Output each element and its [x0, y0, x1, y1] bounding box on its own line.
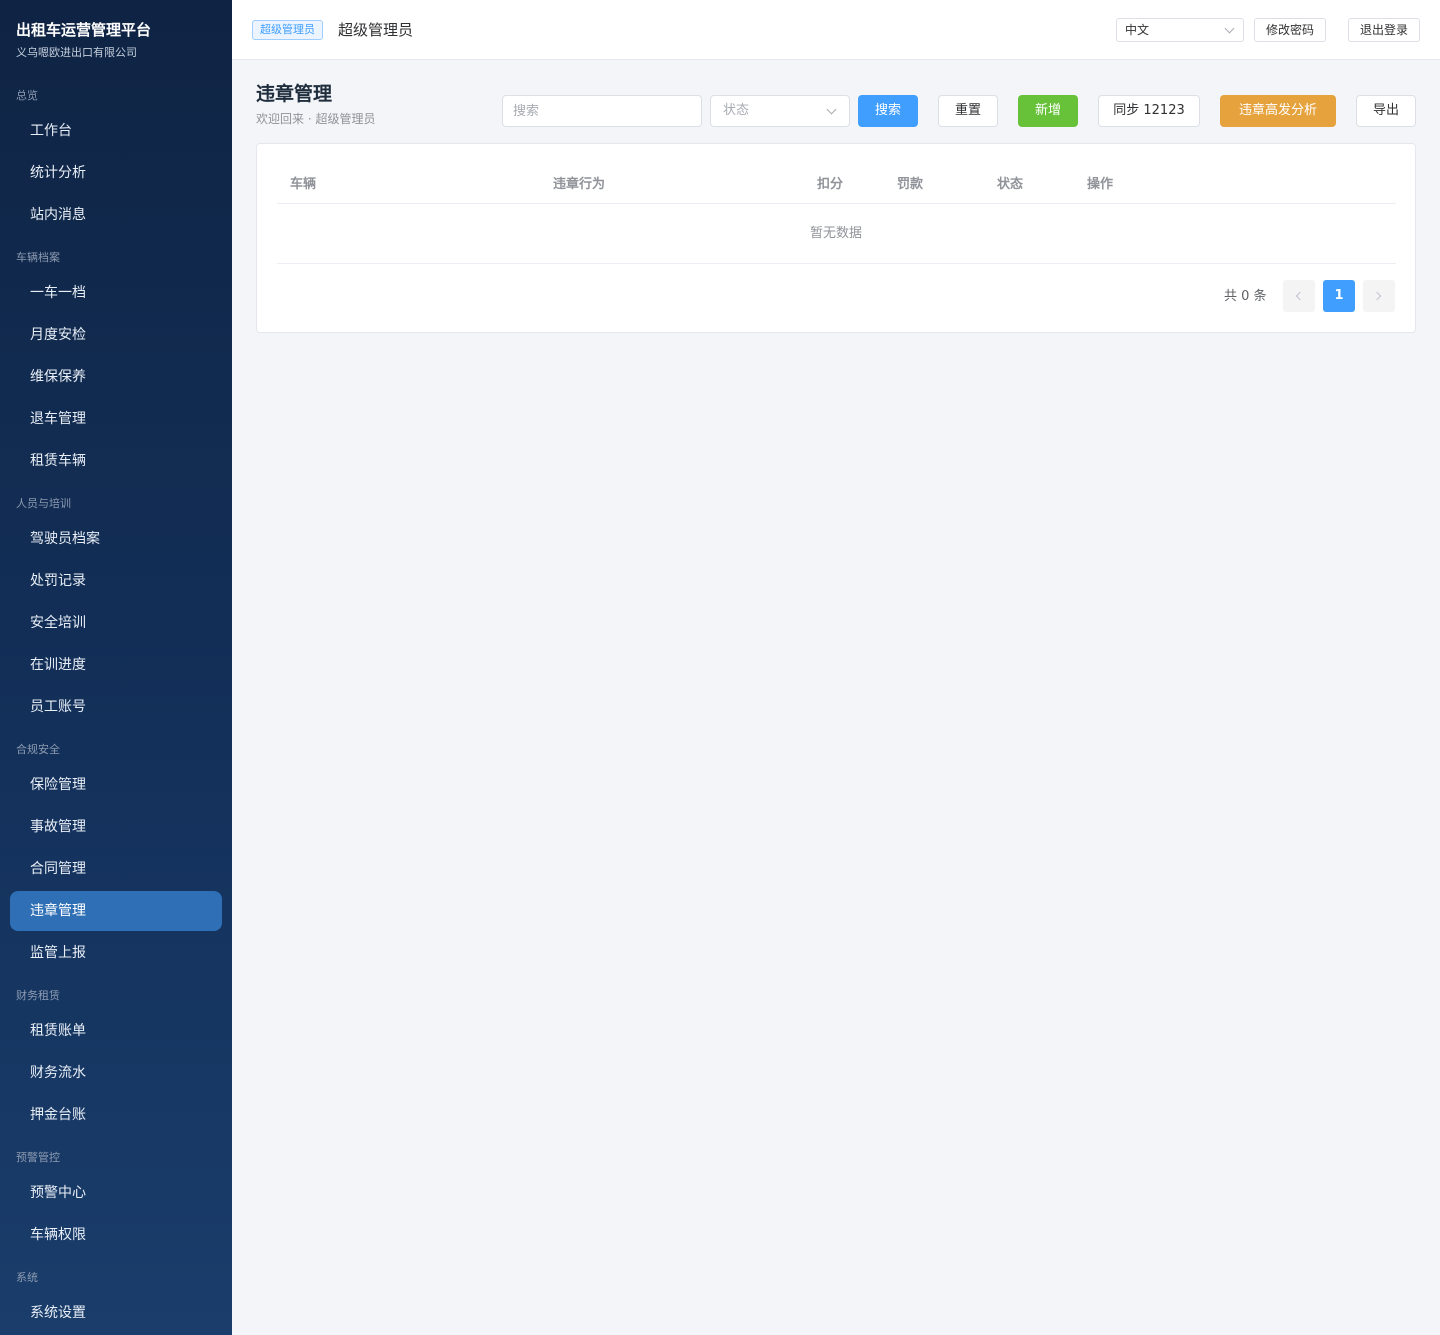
- pagination-next-button[interactable]: [1363, 280, 1395, 312]
- status-placeholder: 状态: [723, 103, 750, 118]
- sidebar-item-maintenance[interactable]: 维保保养: [10, 357, 222, 397]
- violation-analysis-button[interactable]: 违章高发分析: [1220, 95, 1336, 127]
- chevron-down-icon: [826, 104, 837, 115]
- chevron-right-icon: [1372, 291, 1382, 301]
- column-header-actions: 操作: [1087, 177, 1114, 192]
- sidebar-item-return[interactable]: 退车管理: [10, 399, 222, 439]
- sidebar-item-flow[interactable]: 财务流水: [10, 1053, 222, 1093]
- section-overview: 总览: [16, 89, 38, 102]
- sidebar-item-settings[interactable]: 系统设置: [10, 1293, 222, 1333]
- sidebar-item-violation[interactable]: 违章管理: [10, 891, 222, 931]
- role-tag: 超级管理员: [252, 20, 323, 40]
- column-header-vehicle: 车辆: [290, 177, 317, 192]
- reset-button[interactable]: 重置: [938, 95, 998, 127]
- add-button[interactable]: 新增: [1018, 95, 1078, 127]
- column-header-fine: 罚款: [897, 177, 924, 192]
- sidebar-item-alert-center[interactable]: 预警中心: [10, 1173, 222, 1213]
- column-header-behavior: 违章行为: [553, 177, 606, 192]
- sidebar-item-accident[interactable]: 事故管理: [10, 807, 222, 847]
- pagination-total: 共 0 条: [1224, 289, 1267, 304]
- sidebar: 出租车运营管理平台 义乌嗯欧进出口有限公司 总览 工作台 统计分析 站内消息 车…: [0, 0, 232, 1335]
- export-button[interactable]: 导出: [1356, 95, 1416, 127]
- sidebar-item-penalty[interactable]: 处罚记录: [10, 561, 222, 601]
- sidebar-item-stats[interactable]: 统计分析: [10, 153, 222, 193]
- sidebar-item-bills[interactable]: 租赁账单: [10, 1011, 222, 1051]
- search-input[interactable]: [502, 95, 702, 127]
- section-finance: 财务租赁: [16, 989, 60, 1002]
- section-system: 系统: [16, 1271, 38, 1284]
- app-title: 出租车运营管理平台: [16, 21, 152, 39]
- language-select[interactable]: 中文: [1116, 18, 1244, 42]
- table-header-divider: [277, 203, 1396, 204]
- violation-table-card: 车辆 违章行为 扣分 罚款 状态 操作 暂无数据 共 0 条 1: [256, 143, 1416, 333]
- sidebar-item-drivers[interactable]: 驾驶员档案: [10, 519, 222, 559]
- sidebar-item-staff[interactable]: 员工账号: [10, 687, 222, 727]
- sidebar-item-rental[interactable]: 租赁车辆: [10, 441, 222, 481]
- section-compliance: 合规安全: [16, 743, 60, 756]
- sidebar-item-contract[interactable]: 合同管理: [10, 849, 222, 889]
- section-people: 人员与培训: [16, 497, 71, 510]
- top-bar: 超级管理员 超级管理员 中文 修改密码 退出登录: [232, 0, 1440, 60]
- sidebar-item-report[interactable]: 监管上报: [10, 933, 222, 973]
- sidebar-item-messages[interactable]: 站内消息: [10, 195, 222, 235]
- user-name: 超级管理员: [338, 21, 414, 39]
- sidebar-item-vehicle-perm[interactable]: 车辆权限: [10, 1215, 222, 1255]
- change-password-button[interactable]: 修改密码: [1254, 18, 1326, 42]
- column-header-points: 扣分: [817, 177, 844, 192]
- page-title: 违章管理: [256, 83, 333, 105]
- sidebar-item-onecar[interactable]: 一车一档: [10, 273, 222, 313]
- sidebar-item-monthly[interactable]: 月度安检: [10, 315, 222, 355]
- sidebar-item-insurance[interactable]: 保险管理: [10, 765, 222, 805]
- section-vehicles: 车辆档案: [16, 251, 60, 264]
- column-header-status: 状态: [997, 177, 1024, 192]
- status-select[interactable]: 状态: [710, 95, 850, 127]
- chevron-down-icon: [1224, 23, 1235, 34]
- section-alerts: 预警管控: [16, 1151, 60, 1164]
- sidebar-item-workbench[interactable]: 工作台: [10, 111, 222, 151]
- language-value: 中文: [1125, 23, 1150, 37]
- company-name: 义乌嗯欧进出口有限公司: [16, 46, 137, 59]
- search-button[interactable]: 搜索: [858, 95, 918, 127]
- pagination-prev-button[interactable]: [1283, 280, 1315, 312]
- table-bottom-divider: [277, 263, 1396, 264]
- sync-12123-button[interactable]: 同步 12123: [1098, 95, 1200, 127]
- chevron-left-icon: [1295, 291, 1305, 301]
- page-subtitle: 欢迎回来 · 超级管理员: [256, 112, 376, 126]
- empty-state: 暂无数据: [809, 226, 862, 241]
- pagination-page-current[interactable]: 1: [1323, 280, 1355, 312]
- sidebar-item-training-progress[interactable]: 在训进度: [10, 645, 222, 685]
- sidebar-item-safety-training[interactable]: 安全培训: [10, 603, 222, 643]
- brand: 出租车运营管理平台 义乌嗯欧进出口有限公司: [16, 20, 151, 60]
- logout-button[interactable]: 退出登录: [1348, 18, 1420, 42]
- sidebar-item-deposit[interactable]: 押金台账: [10, 1095, 222, 1135]
